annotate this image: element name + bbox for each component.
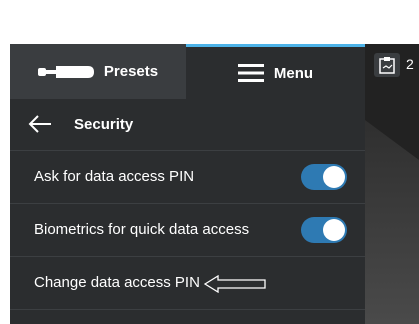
- ultrasound-image-fragment: [365, 120, 419, 324]
- setting-row-biometrics: Biometrics for quick data access: [10, 204, 365, 257]
- clipboard-badge[interactable]: [374, 53, 400, 77]
- tab-menu-label: Menu: [273, 64, 314, 82]
- setting-row-change-pin[interactable]: Change data access PIN: [10, 257, 365, 310]
- tab-presets-label: Presets: [103, 63, 159, 80]
- setting-label-change-pin: Change data access PIN: [34, 274, 200, 291]
- setting-label-ask-pin: Ask for data access PIN: [34, 168, 195, 185]
- hamburger-menu-icon: [237, 64, 264, 82]
- left-margin: [0, 0, 10, 324]
- left-arrow-annotation-icon: [204, 275, 266, 293]
- toggle-knob: [323, 166, 345, 188]
- tab-presets[interactable]: Presets: [10, 44, 186, 99]
- section-header: Security: [10, 99, 365, 151]
- side-view-area: [365, 44, 419, 324]
- toggle-ask-pin[interactable]: [301, 164, 347, 190]
- setting-row-ask-pin: Ask for data access PIN: [10, 151, 365, 204]
- setting-label-biometrics: Biometrics for quick data access: [34, 221, 250, 238]
- settings-panel: Presets Menu Security Ask for data acces…: [10, 44, 365, 324]
- clipboard-icon: [379, 57, 395, 74]
- tab-menu[interactable]: Menu: [186, 44, 365, 99]
- back-arrow-icon[interactable]: [28, 115, 52, 133]
- toggle-knob: [323, 219, 345, 241]
- toggle-biometrics[interactable]: [301, 217, 347, 243]
- page-title: Security: [74, 116, 134, 133]
- top-strip: [10, 0, 419, 44]
- tab-bar: Presets Menu: [10, 44, 365, 99]
- clipboard-count: 2: [406, 56, 414, 72]
- probe-icon: [37, 65, 94, 78]
